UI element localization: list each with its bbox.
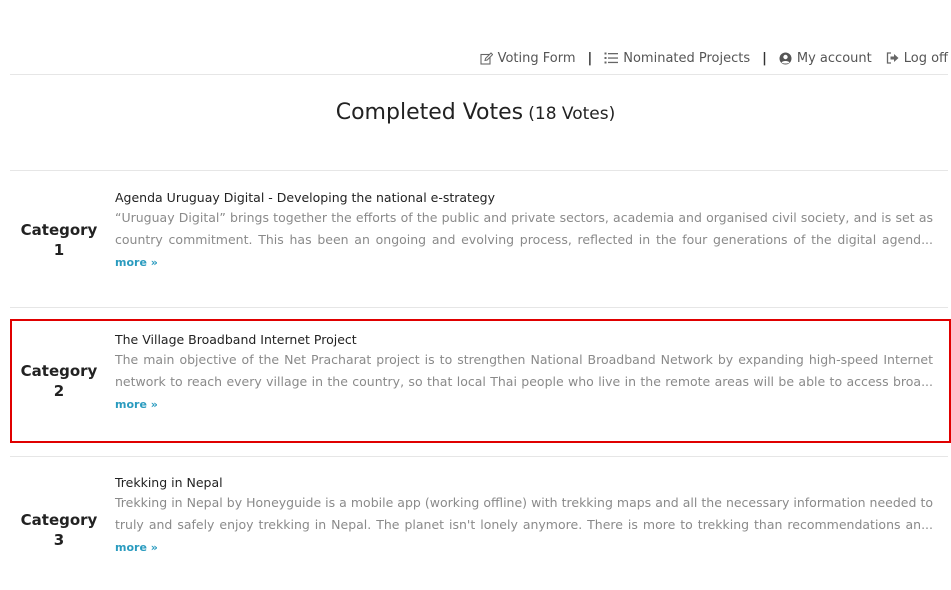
divider [10, 456, 948, 457]
nav-voting-form-link[interactable]: Voting Form [480, 51, 576, 66]
category-word: Category [20, 221, 98, 239]
category-word: Category [20, 511, 98, 529]
vote-title: The Village Broadband Internet Project [115, 332, 357, 347]
vote-title: Agenda Uruguay Digital - Developing the … [115, 190, 495, 205]
list-icon [604, 52, 619, 64]
vote-title: Trekking in Nepal [115, 475, 223, 490]
category-label: Category 2 [10, 361, 108, 401]
category-label: Category 1 [10, 220, 108, 260]
divider [10, 170, 948, 171]
page-title: Completed Votes (18 Votes) [0, 100, 951, 125]
vote-description-text: “Uruguay Digital” brings together the ef… [115, 210, 933, 247]
top-nav: Voting Form | Nominated Projects | My ac… [480, 49, 948, 67]
vote-item-highlighted: Category 2 The Village Broadband Interne… [10, 319, 951, 443]
vote-item: Category 1 Agenda Uruguay Digital - Deve… [10, 185, 951, 295]
vote-content: Agenda Uruguay Digital - Developing the … [115, 189, 933, 274]
nav-nominated-projects-label: Nominated Projects [623, 50, 751, 66]
vote-item: Category 3 Trekking in Nepal Trekking in… [10, 470, 951, 580]
nav-separator: | [762, 50, 767, 66]
divider [10, 307, 948, 308]
nav-voting-form-label: Voting Form [497, 50, 576, 66]
category-number: 3 [53, 531, 65, 549]
page-title-text: Completed Votes [335, 100, 524, 125]
nav-log-off-link[interactable]: Log off [886, 51, 948, 66]
nav-my-account-label: My account [796, 50, 872, 66]
category-word: Category [20, 362, 98, 380]
divider [10, 74, 948, 75]
vote-description: Trekking in Nepal by Honeyguide is a mob… [115, 492, 933, 559]
vote-description-text: Trekking in Nepal by Honeyguide is a mob… [115, 495, 933, 532]
edit-icon [480, 51, 493, 65]
vote-content: The Village Broadband Internet Project T… [115, 331, 933, 416]
nav-separator: | [587, 50, 593, 66]
vote-description: The main objective of the Net Pracharat … [115, 349, 933, 416]
vote-count: (18 Votes) [528, 104, 616, 124]
vote-description: “Uruguay Digital” brings together the ef… [115, 207, 933, 274]
more-link[interactable]: more » [115, 398, 158, 411]
category-number: 2 [53, 382, 65, 400]
vote-content: Trekking in Nepal Trekking in Nepal by H… [115, 474, 933, 559]
nav-my-account-link[interactable]: My account [779, 51, 872, 66]
vote-description-text: The main objective of the Net Pracharat … [115, 352, 933, 389]
page: Voting Form | Nominated Projects | My ac… [0, 0, 951, 590]
nav-nominated-projects-link[interactable]: Nominated Projects [604, 51, 750, 66]
nav-log-off-label: Log off [903, 50, 948, 66]
category-number: 1 [53, 241, 65, 259]
more-link[interactable]: more » [115, 541, 158, 554]
category-label: Category 3 [10, 510, 108, 550]
more-link[interactable]: more » [115, 256, 158, 269]
user-circle-icon [779, 52, 792, 65]
sign-out-icon [886, 52, 899, 64]
